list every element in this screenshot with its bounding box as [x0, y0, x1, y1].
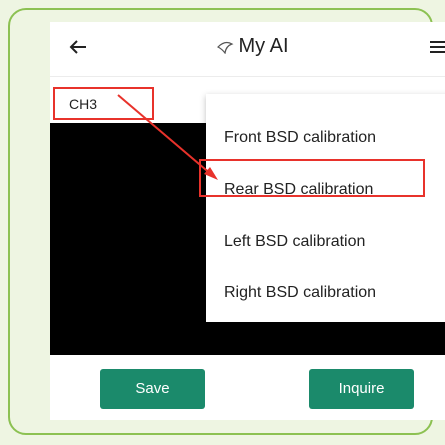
annotation-frame: My AI CH3 Front BSD calibration Rear BSD… [8, 8, 445, 435]
save-button[interactable]: Save [100, 369, 205, 409]
page-title-wrap: My AI [50, 35, 445, 58]
app-screen: My AI CH3 Front BSD calibration Rear BSD… [50, 22, 445, 420]
inquire-button[interactable]: Inquire [309, 369, 414, 409]
calibration-dropdown-menu: Front BSD calibration Rear BSD calibrati… [206, 94, 445, 322]
menu-item-right-bsd-calibration[interactable]: Right BSD calibration [206, 273, 445, 313]
menu-item-front-bsd-calibration[interactable]: Front BSD calibration [206, 118, 445, 158]
app-header: My AI [50, 22, 445, 77]
hamburger-menu-icon[interactable] [429, 38, 445, 56]
channel-label: CH3 [69, 96, 98, 112]
annotation-highlight-box [199, 159, 425, 197]
channel-selector[interactable]: CH3 [53, 87, 154, 120]
page-title: My AI [238, 35, 289, 57]
logo-icon [217, 41, 234, 54]
menu-item-left-bsd-calibration[interactable]: Left BSD calibration [206, 222, 445, 262]
